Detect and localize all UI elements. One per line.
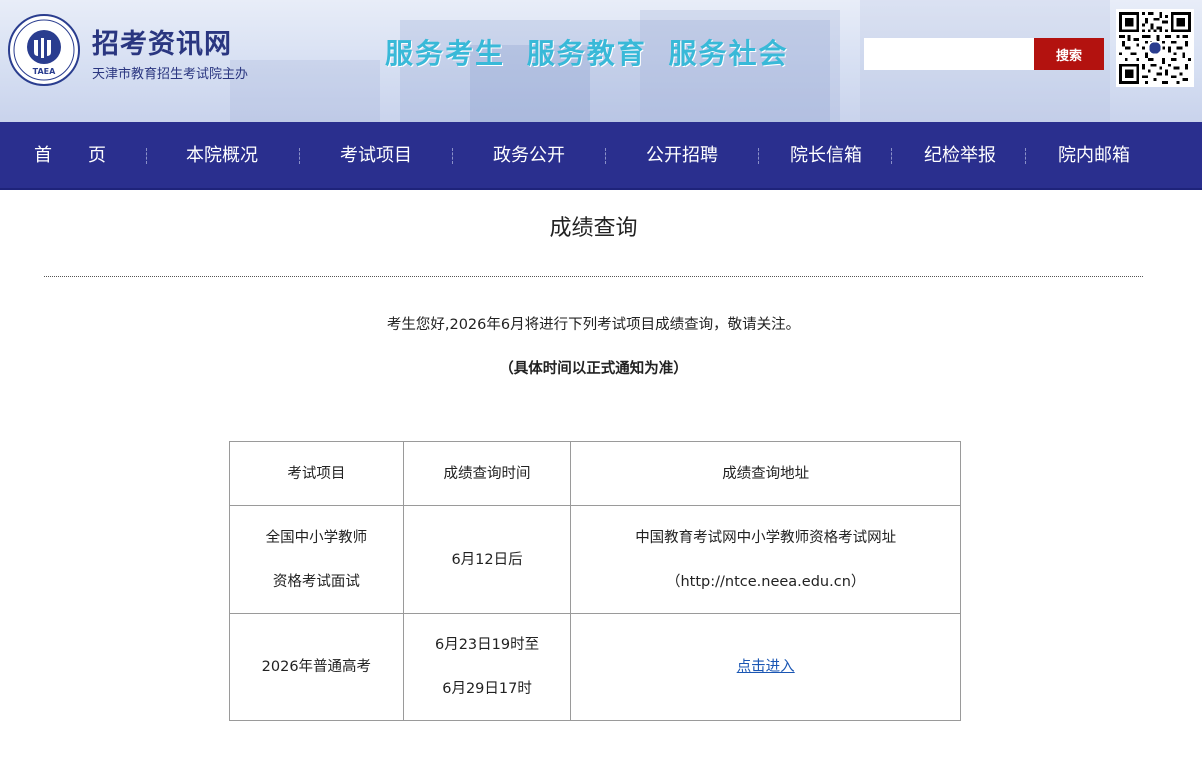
cell-address: 中国教育考试网中小学教师资格考试网址 （http://ntce.neea.edu… [570, 505, 961, 614]
cell-text: 资格考试面试 [272, 573, 360, 590]
title-divider [44, 276, 1143, 277]
cell-text: 中国教育考试网中小学教师资格考试网址 [635, 529, 897, 546]
taea-emblem-icon: TAEA [13, 19, 75, 81]
site-slogan: 服务考生 服务教育 服务社会 [385, 37, 789, 70]
nav-separator [452, 148, 453, 164]
notice-note: （具体时间以正式通知为准） [499, 361, 688, 377]
cell-text: 6月29日17时 [442, 681, 532, 697]
nav-item-government-affairs[interactable]: 政务公开 [493, 122, 565, 190]
cell-project: 2026年普通高考 [229, 613, 404, 721]
qr-code-icon [1119, 12, 1191, 84]
cell-text: 6月23日19时至 [434, 637, 540, 653]
nav-item-about[interactable]: 本院概况 [186, 122, 258, 190]
notice-text: 考生您好,2026年6月将进行下列考试项目成绩查询，敬请关注。 [386, 317, 801, 333]
score-query-table: 考试项目 成绩查询时间 成绩查询地址 全国中小学教师 资格考试面试 6月12日后… [229, 441, 961, 721]
cell-text: 2026年普通高考 [261, 659, 372, 675]
table-row: 全国中小学教师 资格考试面试 6月12日后 中国教育考试网中小学教师资格考试网址… [229, 505, 961, 614]
nav-separator [758, 148, 759, 164]
search-button[interactable]: 搜索 [1034, 38, 1104, 70]
nav-item-president-mailbox[interactable]: 院长信箱 [790, 122, 862, 190]
column-header-time: 成绩查询时间 [402, 441, 572, 506]
nav-item-home[interactable]: 首 页 [34, 122, 106, 190]
table-header-row: 考试项目 成绩查询时间 成绩查询地址 [229, 441, 961, 506]
cell-text: 6月12日后 [451, 551, 523, 568]
site-header: TAEA 招考资讯网 天津市教育招生考试院主办 服务考生 服务教育 服务社会 搜… [0, 0, 1202, 122]
nav-item-exams[interactable]: 考试项目 [340, 122, 412, 190]
cell-time: 6月23日19时至 6月29日17时 [402, 613, 572, 721]
cell-address: 点击进入 [570, 613, 961, 721]
page-title: 成绩查询 [549, 216, 638, 241]
cell-text: （http://ntce.neea.edu.cn） [665, 573, 866, 590]
nav-separator [299, 148, 300, 164]
column-header-address: 成绩查询地址 [570, 441, 961, 506]
nav-separator [891, 148, 892, 164]
column-header-project: 考试项目 [229, 441, 404, 506]
search-input[interactable] [864, 38, 1034, 70]
site-logo[interactable]: TAEA [8, 14, 80, 86]
nav-separator [605, 148, 606, 164]
nav-item-recruitment[interactable]: 公开招聘 [646, 122, 718, 190]
header-background-building [230, 60, 380, 122]
cell-project: 全国中小学教师 资格考试面试 [229, 505, 404, 614]
qr-code [1116, 9, 1194, 87]
nav-separator [1025, 148, 1026, 164]
table-row: 2026年普通高考 6月23日19时至 6月29日17时 点击进入 [229, 613, 961, 721]
enter-link[interactable]: 点击进入 [737, 659, 795, 675]
main-nav: 首 页 本院概况 考试项目 政务公开 公开招聘 院长信箱 纪检举报 院内邮箱 [0, 122, 1202, 190]
svg-text:TAEA: TAEA [33, 67, 56, 76]
nav-separator [146, 148, 147, 164]
site-name[interactable]: 招考资讯网 [92, 22, 232, 61]
nav-item-discipline-report[interactable]: 纪检举报 [924, 122, 996, 190]
site-subtitle: 天津市教育招生考试院主办 [92, 67, 249, 82]
nav-item-internal-mail[interactable]: 院内邮箱 [1058, 122, 1130, 190]
cell-time: 6月12日后 [402, 505, 572, 614]
cell-text: 全国中小学教师 [265, 529, 368, 546]
